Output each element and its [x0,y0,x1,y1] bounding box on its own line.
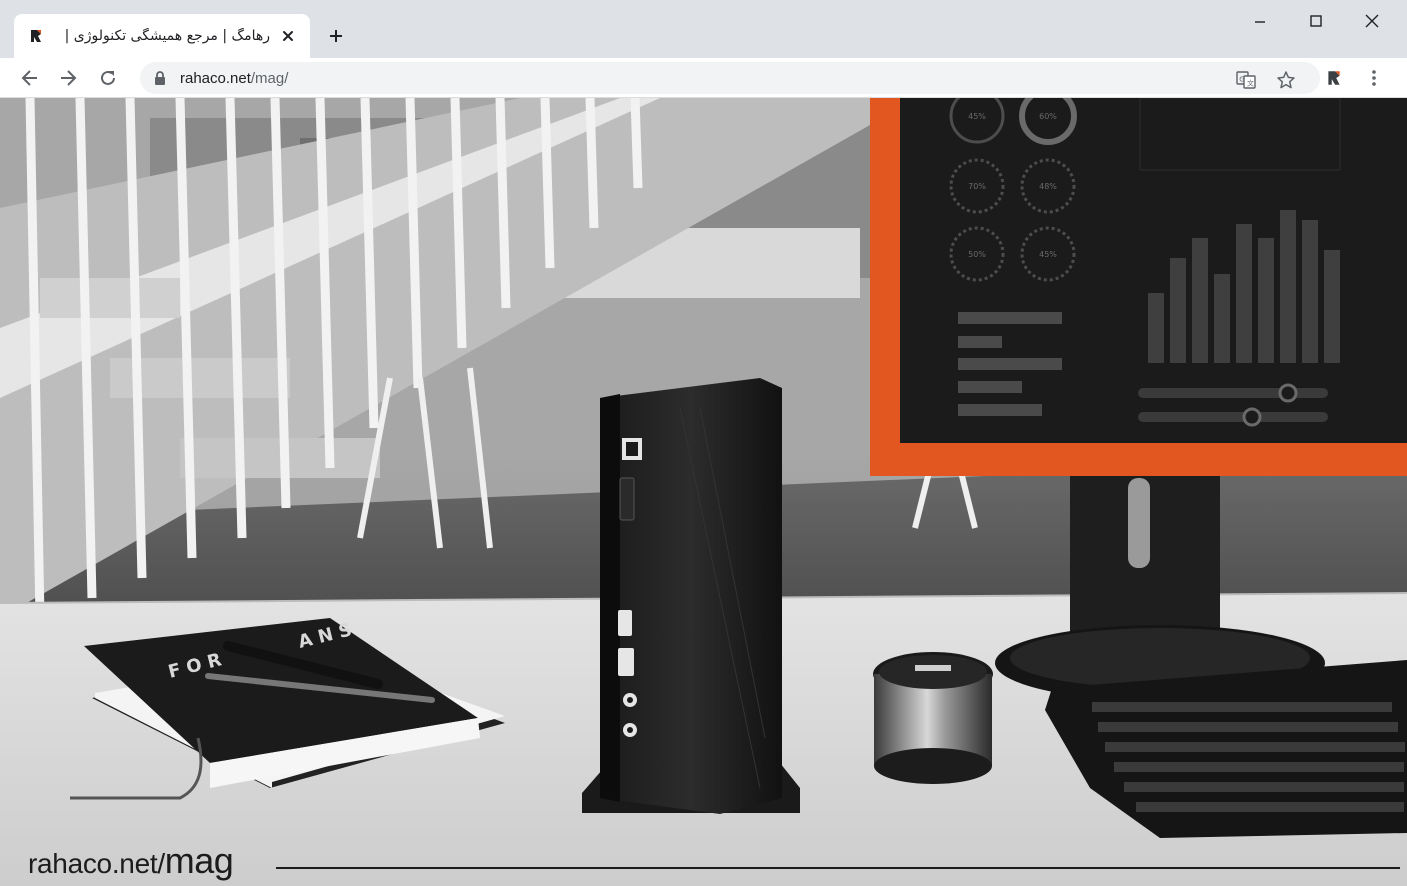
browser-toolbar: rahaco.net/mag/ G 文 [0,58,1407,98]
minimize-icon [1255,21,1265,23]
caption-rule [276,867,1400,869]
forward-arrow-icon [61,70,77,86]
new-tab-button[interactable] [322,22,350,50]
gauge-label: 45% [1039,250,1057,259]
caption-slug: mag [164,840,234,881]
plus-icon [330,30,342,42]
url-text[interactable]: rahaco.net/mag/ [180,70,288,87]
browser-tab[interactable]: رهامگ | مرجع همیشگی تکنولوژی | [14,14,310,58]
close-window-button[interactable] [1352,6,1392,36]
site-caption: rahaco.net/mag [28,840,234,882]
svg-text:G: G [1239,76,1244,84]
tab-title: رهامگ | مرجع همیشگی تکنولوژی | [64,28,270,44]
close-icon [1365,14,1379,28]
tab-strip: رهامگ | مرجع همیشگی تکنولوژی | [0,0,1407,58]
rahaco-logo-icon [26,26,46,46]
url-path: /mag/ [250,69,289,87]
gauge-label: 60% [1039,112,1057,121]
translate-icon[interactable]: G 文 [1232,66,1260,94]
maximize-icon [1310,15,1322,27]
gauge-label: 48% [1039,182,1057,191]
gauge-label: 50% [968,250,986,259]
back-button[interactable] [14,62,46,94]
forward-button[interactable] [52,62,84,94]
hero-image: 45% 60% 70% 48% 50% 45% F O R A N S [0,98,1407,886]
minimize-button[interactable] [1240,6,1280,36]
reload-button[interactable] [92,62,124,94]
lock-icon[interactable] [152,70,168,86]
page-content: 45% 60% 70% 48% 50% 45% F O R A N S raha… [0,98,1407,886]
reload-icon [101,70,115,85]
tab-close-icon[interactable] [278,26,298,46]
back-arrow-icon [21,70,37,86]
url-host: rahaco.net [180,69,251,87]
star-icon[interactable] [1272,66,1300,94]
gauge-label: 45% [968,112,986,121]
address-bar[interactable]: rahaco.net/mag/ G 文 [140,62,1320,94]
extension-icon[interactable] [1318,62,1350,94]
svg-text:文: 文 [1247,79,1254,88]
gauge-label: 70% [968,182,986,191]
menu-dots-icon[interactable] [1358,62,1390,94]
maximize-button[interactable] [1296,6,1336,36]
caption-host: rahaco.net/ [28,848,165,879]
